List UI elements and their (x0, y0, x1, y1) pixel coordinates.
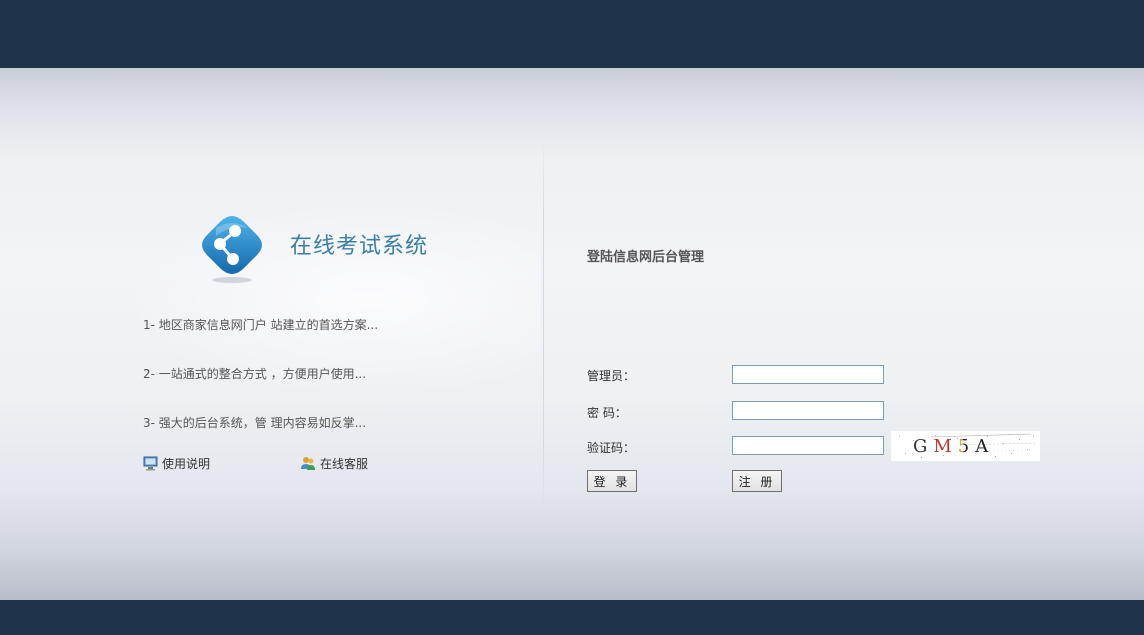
monitor-icon (143, 456, 158, 471)
manual-link[interactable]: 使用说明 (143, 455, 210, 472)
users-icon (301, 457, 315, 470)
manual-link-label: 使用说明 (162, 457, 211, 471)
captcha-image[interactable]: GM5A (891, 431, 1040, 461)
login-button[interactable]: 登 录 (587, 470, 637, 492)
login-heading: 登陆信息网后台管理 (587, 250, 705, 265)
feature-item-1: 1- 地区商家信息网门户 站建立的首选方案... (143, 318, 379, 332)
admin-field[interactable] (732, 365, 884, 384)
app-title: 在线考试系统 (290, 234, 429, 259)
footer-bar (0, 600, 1144, 635)
panel-divider (543, 135, 544, 520)
password-field[interactable] (732, 401, 884, 420)
admin-label: 管理员： (587, 369, 636, 383)
support-link-label: 在线客服 (320, 457, 369, 471)
support-link[interactable]: 在线客服 (300, 455, 368, 472)
header-bar (0, 0, 1144, 68)
feature-item-2: 2- 一站通式的整合方式 ，方便用户使用... (143, 367, 367, 381)
register-button[interactable]: 注 册 (732, 470, 782, 492)
feature-item-3: 3- 强大的后台系统，管 理内容易如反掌... (143, 416, 367, 430)
share-logo-icon (202, 214, 264, 286)
password-label: 密 码： (587, 406, 627, 420)
captcha-label: 验证码： (587, 441, 636, 455)
captcha-text: GM5A (913, 436, 995, 457)
captcha-field[interactable] (732, 436, 884, 455)
